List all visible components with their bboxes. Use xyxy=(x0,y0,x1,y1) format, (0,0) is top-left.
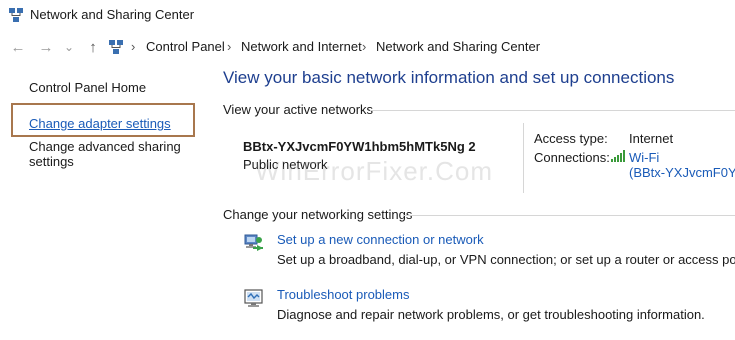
new-connection-icon xyxy=(244,234,263,251)
troubleshoot-icon xyxy=(244,289,263,307)
title-bar: Network and Sharing Center xyxy=(0,0,735,30)
set-up-connection-description: Set up a broadband, dial-up, or VPN conn… xyxy=(277,252,735,267)
divider xyxy=(523,123,524,193)
active-networks-label: View your active networks xyxy=(223,102,374,117)
wifi-ssid-link[interactable]: (BBtx-YXJvcmF0YW xyxy=(629,165,735,180)
troubleshoot-problems-link[interactable]: Troubleshoot problems xyxy=(277,287,409,302)
breadcrumb-network-and-sharing-center[interactable]: Network and Sharing Center xyxy=(376,39,540,54)
recent-locations-chevron-down-icon[interactable]: ⌄ xyxy=(62,34,76,60)
sidebar-item-control-panel-home[interactable]: Control Panel Home xyxy=(29,80,146,95)
breadcrumb-separator[interactable]: › xyxy=(131,39,135,54)
network-name: BBtx-YXJvcmF0YW1hbm5hMTk5Ng 2 xyxy=(243,139,476,154)
divider xyxy=(403,215,735,216)
forward-icon[interactable]: → xyxy=(36,34,56,60)
back-icon[interactable]: ← xyxy=(8,34,28,60)
breadcrumb-separator[interactable]: › xyxy=(362,39,366,54)
sidebar-item-change-adapter-settings[interactable]: Change adapter settings xyxy=(29,116,171,131)
connections-label: Connections: xyxy=(534,150,610,165)
change-settings-label: Change your networking settings xyxy=(223,207,413,222)
set-up-connection-link[interactable]: Set up a new connection or network xyxy=(277,232,484,247)
sidebar-item-label: settings xyxy=(29,154,74,169)
wifi-signal-icon xyxy=(611,150,625,162)
breadcrumb-control-panel[interactable]: Control Panel xyxy=(146,39,225,54)
sidebar-item-label: Change advanced sharing xyxy=(29,139,181,154)
breadcrumb-network-and-internet[interactable]: Network and Internet xyxy=(241,39,362,54)
network-center-icon xyxy=(9,8,23,22)
divider xyxy=(370,110,735,111)
up-icon[interactable]: ↑ xyxy=(83,34,103,60)
page-title: View your basic network information and … xyxy=(223,68,675,87)
address-bar: ← → ⌄ ↑ › Control Panel › Network and In… xyxy=(0,34,735,60)
troubleshoot-problems-description: Diagnose and repair network problems, or… xyxy=(277,307,705,322)
control-panel-location-icon xyxy=(109,40,123,54)
wifi-connection-link[interactable]: Wi-Fi xyxy=(629,150,659,165)
breadcrumb-separator[interactable]: › xyxy=(227,39,231,54)
sidebar-item-change-advanced-sharing-settings[interactable]: Change advanced sharing settings xyxy=(29,139,181,169)
window-title: Network and Sharing Center xyxy=(30,7,195,22)
access-type-label: Access type: xyxy=(534,131,608,146)
watermark: WinErrorFixer.Com xyxy=(255,156,494,186)
access-type-value: Internet xyxy=(629,131,674,146)
